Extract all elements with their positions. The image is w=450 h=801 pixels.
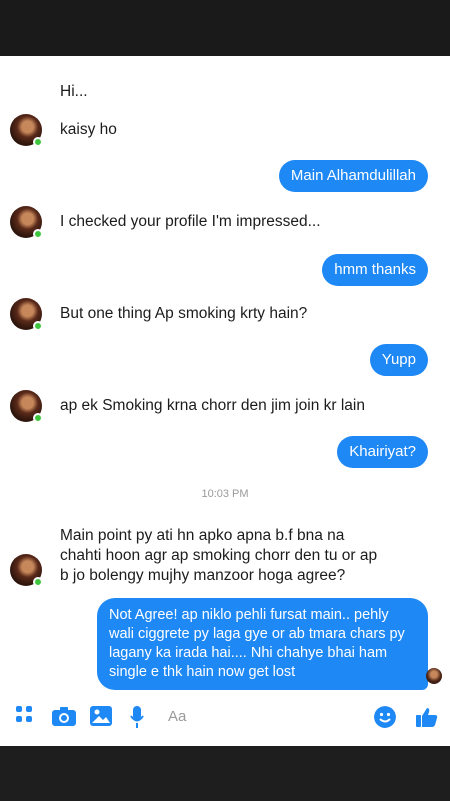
online-dot xyxy=(33,229,43,239)
incoming-message: kaisy ho xyxy=(60,121,117,138)
incoming-message: But one thing Ap smoking krty hain? xyxy=(60,305,308,322)
online-dot xyxy=(33,413,43,423)
message-input[interactable]: Aa xyxy=(168,708,186,725)
incoming-message: I checked your profile I'm impressed... xyxy=(60,213,321,230)
bottom-bar xyxy=(0,746,450,801)
outgoing-message: hmm thanks xyxy=(322,254,428,286)
mic-icon[interactable] xyxy=(130,706,144,728)
seen-avatar xyxy=(426,668,442,684)
outgoing-message: Khairiyat? xyxy=(337,436,428,468)
grid-icon[interactable] xyxy=(16,706,34,724)
outgoing-message: Not Agree! ap niklo pehli fursat main.. … xyxy=(97,598,428,690)
online-dot xyxy=(33,137,43,147)
composer-toolbar: Aa xyxy=(0,702,450,734)
incoming-message: Main point py ati hn apko apna b.f bna n… xyxy=(60,527,378,584)
avatar[interactable] xyxy=(10,114,43,147)
online-dot xyxy=(33,321,43,331)
incoming-message: Hi... xyxy=(60,83,88,100)
avatar[interactable] xyxy=(10,298,43,331)
outgoing-message: Main Alhamdulillah xyxy=(278,160,428,192)
emoji-icon[interactable] xyxy=(374,706,396,728)
incoming-message: ap ek Smoking krna chorr den jim join kr… xyxy=(60,397,365,414)
camera-icon[interactable] xyxy=(52,706,76,726)
like-icon[interactable] xyxy=(416,706,438,728)
outgoing-message: Yupp xyxy=(369,344,428,376)
avatar[interactable] xyxy=(10,554,43,587)
avatar[interactable] xyxy=(10,206,43,239)
chat-screen: Hi... kaisy ho Main Alhamdulillah I chec… xyxy=(0,56,450,746)
avatar[interactable] xyxy=(10,390,43,423)
online-dot xyxy=(33,577,43,587)
photo-icon[interactable] xyxy=(90,706,112,726)
timestamp: 10:03 PM xyxy=(201,488,249,500)
